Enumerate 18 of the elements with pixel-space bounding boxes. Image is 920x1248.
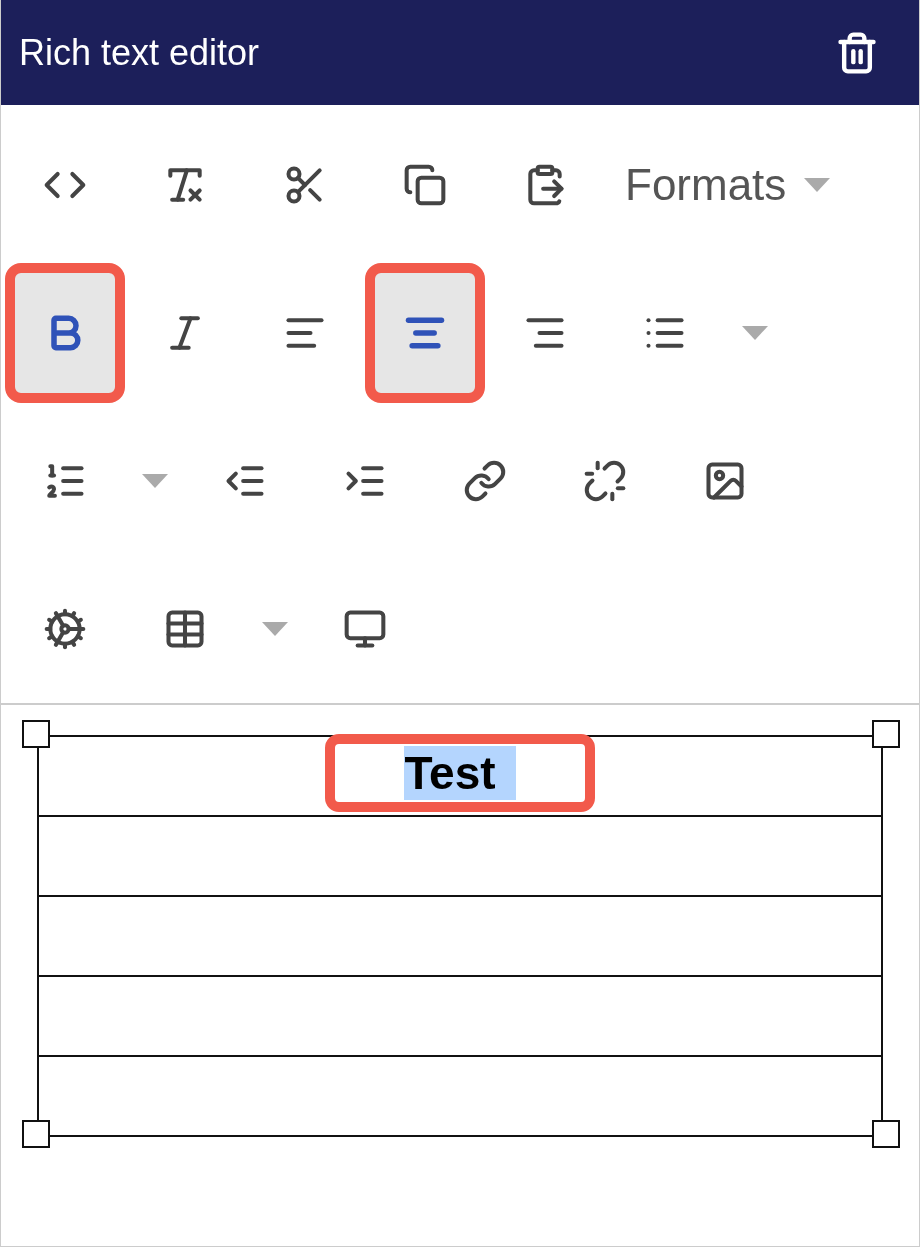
image-icon bbox=[703, 459, 747, 503]
trash-icon[interactable] bbox=[835, 30, 879, 75]
formats-dropdown[interactable]: Formats bbox=[615, 135, 841, 235]
monitor-icon bbox=[343, 607, 387, 651]
resize-handle[interactable] bbox=[22, 1120, 50, 1148]
unlink-icon bbox=[583, 459, 627, 503]
toolbar-button[interactable] bbox=[365, 263, 485, 403]
copy-icon bbox=[403, 163, 447, 207]
cell-text: Test bbox=[404, 746, 516, 800]
link-icon bbox=[463, 459, 507, 503]
resize-handle[interactable] bbox=[22, 720, 50, 748]
toolbar-button[interactable] bbox=[5, 263, 125, 403]
resize-handle[interactable] bbox=[872, 720, 900, 748]
caret-icon bbox=[804, 178, 831, 192]
table-icon bbox=[163, 607, 207, 651]
resize-handle[interactable] bbox=[872, 1120, 900, 1148]
window-title: Rich text editor bbox=[19, 31, 260, 74]
gear-icon bbox=[43, 607, 87, 651]
